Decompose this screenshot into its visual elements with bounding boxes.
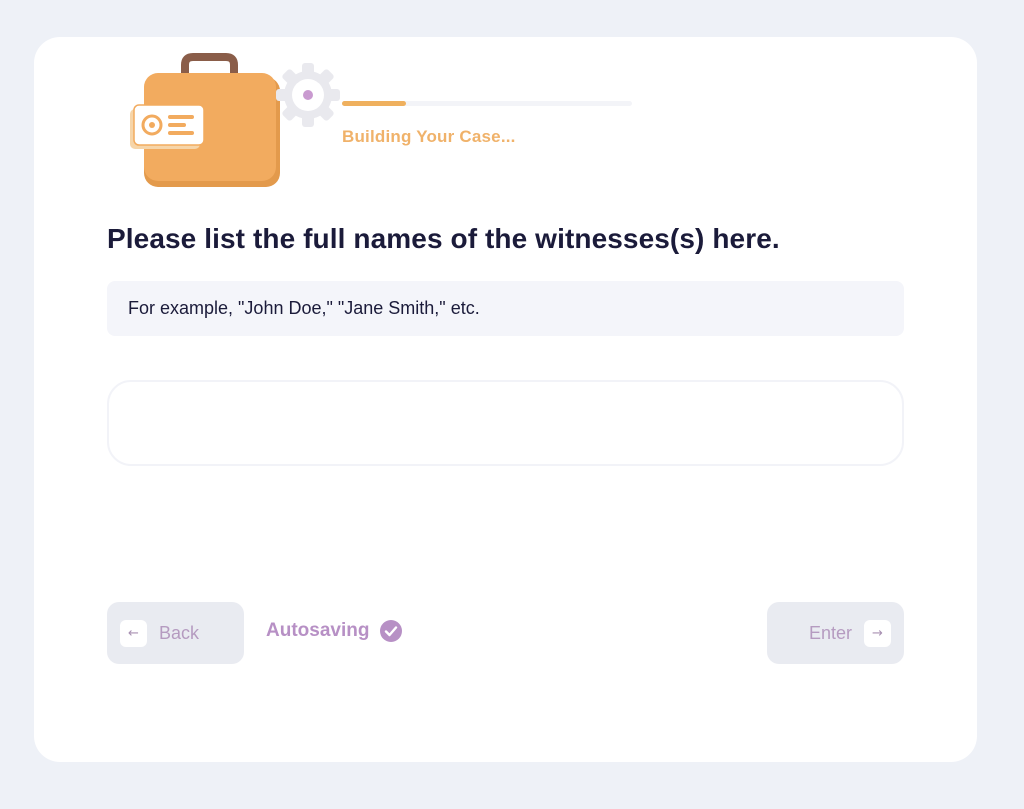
- progress-status-text: Building Your Case...: [342, 127, 516, 146]
- arrow-right-icon: →: [864, 619, 891, 647]
- back-button[interactable]: ← Back: [107, 602, 244, 664]
- autosave-status: Autosaving: [266, 619, 403, 643]
- enter-button-label: Enter: [808, 622, 852, 643]
- enter-button[interactable]: Enter →: [767, 602, 904, 664]
- hint-text: For example, "John Doe," "Jane Smith," e…: [128, 298, 480, 318]
- briefcase-gear-illustration: [130, 53, 340, 187]
- progress-bar-fill: [342, 101, 406, 106]
- hint-box: For example, "John Doe," "Jane Smith," e…: [107, 281, 904, 336]
- autosave-label: Autosaving: [266, 620, 370, 641]
- questionnaire-card: Building Your Case... Please list the fu…: [34, 37, 977, 762]
- back-button-label: Back: [159, 622, 200, 643]
- witness-names-input[interactable]: [107, 380, 904, 466]
- arrow-left-icon: ←: [120, 619, 147, 647]
- progress-bar: [342, 101, 632, 106]
- question-title: Please list the full names of the witnes…: [107, 223, 780, 254]
- check-circle-icon: [380, 620, 403, 642]
